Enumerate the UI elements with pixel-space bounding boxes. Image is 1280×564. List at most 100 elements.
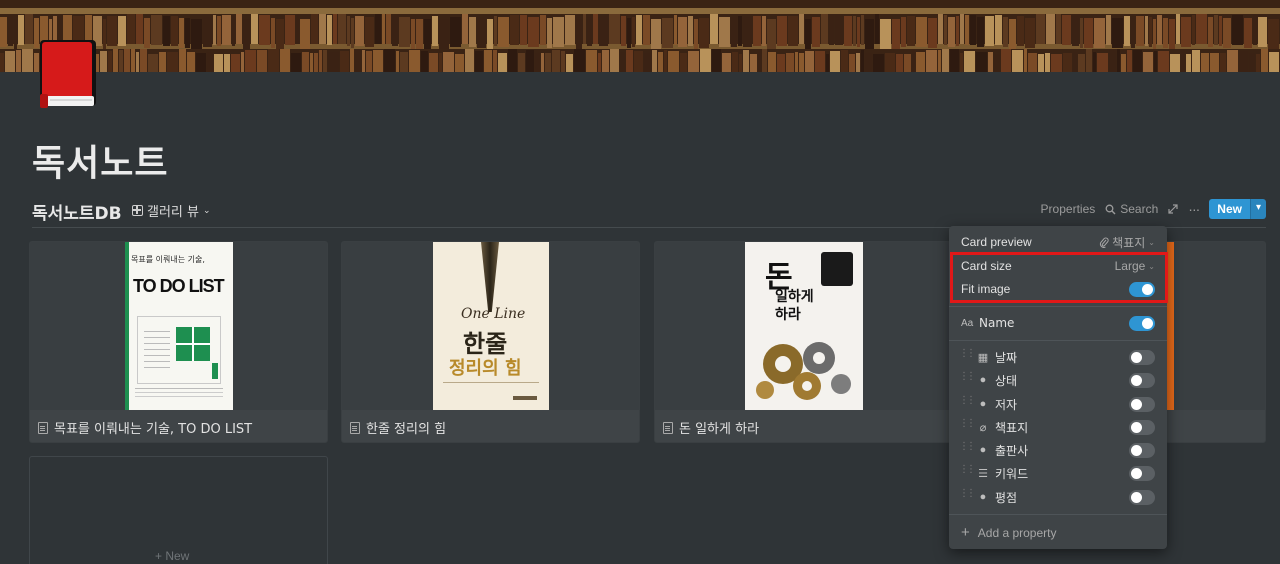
book-spine <box>236 14 242 44</box>
book-spine <box>424 19 431 49</box>
property-row: ● 출판사 <box>949 439 1167 461</box>
book-spine <box>1181 17 1191 47</box>
property-toggle[interactable] <box>1129 396 1155 412</box>
book-spine <box>224 54 230 72</box>
book-spine <box>1192 50 1200 72</box>
book-spine <box>1001 49 1011 72</box>
database-title[interactable]: 독서노트DB <box>32 199 122 224</box>
book-spine <box>187 52 195 72</box>
add-new-card-label[interactable]: + New <box>155 549 189 563</box>
book-spine <box>956 16 959 46</box>
property-row: ● 저자 <box>949 393 1167 415</box>
book-spine <box>841 50 848 72</box>
book-spine <box>731 17 737 47</box>
drag-handle-icon[interactable] <box>959 464 973 479</box>
properties-button[interactable]: Properties <box>1041 202 1096 216</box>
property-toggle[interactable] <box>1129 465 1155 481</box>
card-preview: One Line 한줄 정리의 힘 <box>342 242 639 410</box>
book-spine <box>1261 49 1268 72</box>
book-spine <box>668 51 679 72</box>
red-book-icon[interactable] <box>36 38 100 114</box>
book-spine <box>565 15 575 45</box>
book-spine <box>865 53 872 72</box>
property-toggle[interactable] <box>1129 372 1155 388</box>
more-icon[interactable]: ··· <box>1188 201 1200 217</box>
book-spine <box>1186 54 1191 72</box>
new-card-placeholder[interactable]: + New <box>29 456 328 564</box>
search-button[interactable]: Search <box>1105 202 1158 216</box>
drag-handle-icon[interactable] <box>959 371 973 386</box>
book-spine <box>916 52 925 72</box>
book-spine <box>487 19 493 49</box>
drag-handle-icon[interactable] <box>959 441 973 456</box>
property-toggle[interactable] <box>1129 349 1155 365</box>
book-spine <box>602 50 609 72</box>
property-toggle[interactable] <box>1129 442 1155 458</box>
book-spine <box>1063 53 1072 72</box>
book-spine <box>136 52 139 72</box>
book-spine <box>350 49 354 72</box>
book-spine <box>285 15 295 45</box>
page-icon <box>663 421 673 434</box>
book-spine <box>399 17 410 47</box>
book-spine <box>674 15 677 45</box>
book-spine <box>812 17 820 47</box>
add-property-button[interactable]: + Add a property <box>961 524 1056 541</box>
property-toggle[interactable] <box>1129 419 1155 435</box>
drag-handle-icon[interactable] <box>959 488 973 503</box>
book-spine <box>574 49 585 72</box>
book-spine <box>626 50 633 72</box>
book-spine <box>561 51 565 72</box>
cover-subtitle-text: 일하게 하라 <box>775 289 814 323</box>
book-spine <box>1003 17 1008 47</box>
plus-icon: + <box>961 524 970 541</box>
property-toggle[interactable] <box>1129 489 1155 505</box>
drag-handle-icon[interactable] <box>959 418 973 433</box>
book-spine <box>857 17 860 47</box>
book-spine <box>1080 18 1083 48</box>
book-spine <box>5 51 15 72</box>
book-spine <box>1169 19 1175 49</box>
book-spine <box>916 17 927 47</box>
book-spine <box>213 15 216 45</box>
book-spine <box>995 15 1002 45</box>
book-spine <box>964 51 975 72</box>
card-preview-select[interactable]: 책표지 ⌄ <box>1099 234 1155 251</box>
book-spine <box>1163 18 1168 48</box>
book-spine <box>520 15 527 45</box>
page-title[interactable]: 독서노트 <box>32 134 168 186</box>
book-spine <box>950 49 959 72</box>
book-spine <box>351 18 354 48</box>
book-spine <box>151 15 162 45</box>
expand-icon[interactable] <box>1168 204 1178 214</box>
book-spine <box>179 18 184 48</box>
book-spine <box>217 16 221 46</box>
book-spine <box>127 14 135 44</box>
chevron-down-icon[interactable]: ▾ <box>1249 199 1266 219</box>
book-spine <box>280 49 290 72</box>
book-spine <box>652 50 657 72</box>
book-spine <box>805 51 814 72</box>
card-title: 한줄 정리의 힘 <box>366 422 447 437</box>
new-button[interactable]: New ▾ <box>1209 199 1266 219</box>
drag-handle-icon[interactable] <box>959 395 973 410</box>
book-spine <box>700 49 711 72</box>
drag-handle-icon[interactable] <box>959 348 973 363</box>
book-spine <box>365 17 374 47</box>
view-switcher[interactable]: 갤러리 뷰 ⌄ <box>132 201 211 220</box>
book-spine <box>8 16 13 46</box>
book-spine <box>938 14 943 44</box>
database-header: 독서노트DB 갤러리 뷰 ⌄ Properties Search ··· New… <box>32 196 1266 228</box>
book-spine <box>1056 14 1061 44</box>
gallery-card[interactable]: One Line 한줄 정리의 힘 한줄 정리의 힘 <box>341 241 640 443</box>
card-preview-row[interactable]: Card preview 책표지 ⌄ <box>949 231 1167 253</box>
book-spine <box>743 17 752 47</box>
gallery-card[interactable]: 목표를 이뤄내는 기술, TO DO LIST 목표를 이뤄내는 기술, TO … <box>29 241 328 443</box>
view-label: 갤러리 뷰 <box>147 205 199 220</box>
book-spine <box>620 52 625 72</box>
gallery-card[interactable]: 돈 일하게 하라 돈 일하게 하라 <box>654 241 953 443</box>
book-spine <box>1097 53 1108 72</box>
name-property-toggle[interactable] <box>1129 315 1155 331</box>
book-spine <box>16 50 21 72</box>
property-label: 평점 <box>995 490 1018 505</box>
